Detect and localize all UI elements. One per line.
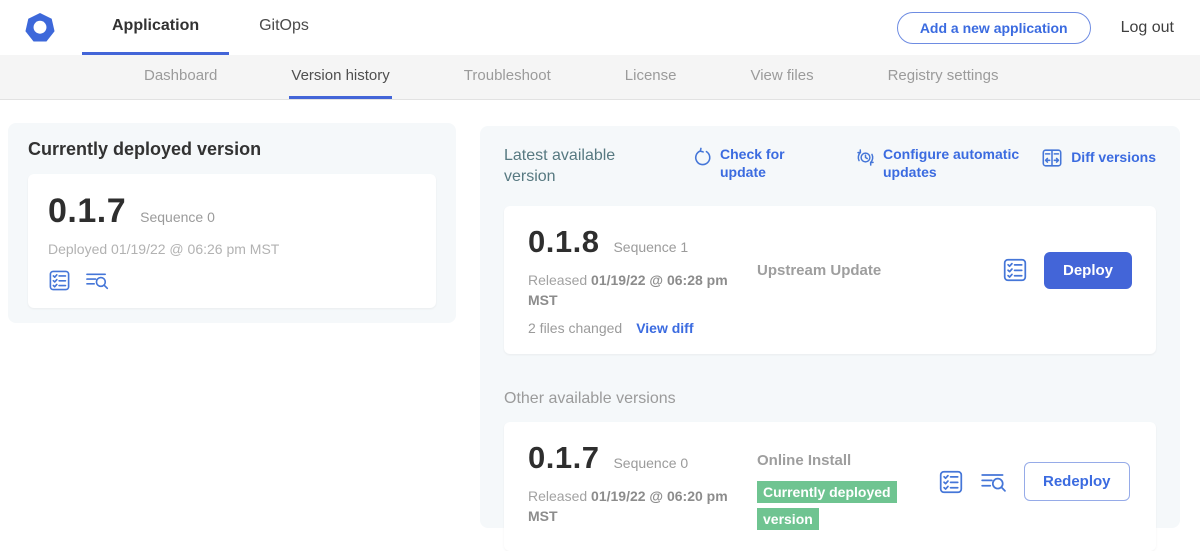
deployed-icon-row [48, 269, 416, 292]
other-release-card: 0.1.7 Sequence 0 Released 01/19/22 @ 06:… [504, 422, 1156, 551]
tab-gitops-label: GitOps [259, 17, 309, 35]
check-for-update-button[interactable]: Check for update [692, 146, 817, 181]
latest-source-column: Upstream Update [753, 224, 1002, 280]
tab-application-label: Application [112, 17, 199, 35]
app-subnav: Dashboard Version history Troubleshoot L… [0, 55, 1200, 100]
subnav-view-files[interactable]: View files [748, 55, 815, 99]
deployed-sequence-label: Sequence 0 [140, 209, 215, 225]
latest-available-title: Latest available version [504, 146, 634, 188]
released-prefix: Released [528, 488, 591, 504]
subnav-dashboard-label: Dashboard [144, 67, 217, 84]
other-source-label: Online Install [757, 452, 851, 469]
refresh-icon [692, 147, 713, 168]
top-tabs: Application GitOps [82, 0, 339, 55]
deployed-version-row: 0.1.7 Sequence 0 [48, 192, 416, 231]
latest-sequence-label: Sequence 1 [613, 239, 688, 255]
diff-versions-label: Diff versions [1071, 149, 1156, 167]
other-version-number: 0.1.7 [528, 440, 599, 476]
latest-version-number: 0.1.8 [528, 224, 599, 260]
view-logs-icon[interactable] [85, 269, 110, 292]
latest-release-card: 0.1.8 Sequence 1 Released 01/19/22 @ 06:… [504, 206, 1156, 355]
released-prefix: Released [528, 272, 591, 288]
diff-versions-button[interactable]: Diff versions [1040, 146, 1156, 169]
deployed-version-number: 0.1.7 [48, 192, 126, 231]
other-released-timestamp: Released 01/19/22 @ 06:20 pm MST [528, 486, 738, 527]
tab-gitops[interactable]: GitOps [229, 0, 339, 55]
clock-refresh-icon [855, 147, 876, 168]
configure-automatic-updates-label: Configure automatic updates [883, 146, 1040, 181]
subnav-view-files-label: View files [750, 67, 813, 84]
preflight-checklist-icon[interactable] [48, 269, 71, 292]
logout-link[interactable]: Log out [1121, 19, 1174, 37]
subnav-registry-settings[interactable]: Registry settings [886, 55, 1001, 99]
latest-actions-column: Deploy [1002, 224, 1132, 289]
available-versions-panel: Latest available version Check for updat… [480, 126, 1180, 528]
preflight-checklist-icon[interactable] [1002, 257, 1028, 283]
files-changed-row: 2 files changed View diff [528, 320, 753, 336]
redeploy-button[interactable]: Redeploy [1024, 462, 1130, 501]
deployed-version-card: 0.1.7 Sequence 0 Deployed 01/19/22 @ 06:… [28, 174, 436, 308]
other-sequence-label: Sequence 0 [613, 455, 688, 471]
main-content: Currently deployed version 0.1.7 Sequenc… [0, 100, 1200, 536]
configure-automatic-updates-button[interactable]: Configure automatic updates [855, 146, 1040, 181]
deploy-button[interactable]: Deploy [1044, 252, 1132, 289]
currently-deployed-title: Currently deployed version [28, 139, 436, 160]
files-changed-label: 2 files changed [528, 320, 622, 336]
currently-deployed-badge: Currently deployed version [757, 481, 897, 529]
currently-deployed-badge-wrap: Currently deployed version [757, 480, 917, 533]
diff-icon [1040, 147, 1064, 169]
available-actions: Check for update Configure automatic upd… [634, 146, 1156, 181]
kots-logo-icon [22, 10, 58, 46]
app-logo[interactable] [0, 0, 82, 55]
add-new-application-button[interactable]: Add a new application [897, 12, 1091, 44]
subnav-version-history[interactable]: Version history [289, 55, 391, 99]
subnav-troubleshoot-label: Troubleshoot [464, 67, 551, 84]
preflight-checklist-icon[interactable] [938, 469, 964, 495]
other-source-column: Online Install Currently deployed versio… [753, 440, 938, 533]
subnav-license-label: License [625, 67, 677, 84]
latest-released-timestamp: Released 01/19/22 @ 06:28 pm MST [528, 270, 738, 311]
currently-deployed-panel: Currently deployed version 0.1.7 Sequenc… [8, 123, 456, 323]
subnav-version-history-label: Version history [291, 67, 389, 84]
check-for-update-label: Check for update [720, 146, 817, 181]
deployed-timestamp: Deployed 01/19/22 @ 06:26 pm MST [48, 241, 416, 257]
other-actions-column: Redeploy [938, 440, 1130, 501]
header-right: Add a new application Log out [897, 0, 1200, 55]
view-logs-icon[interactable] [980, 469, 1008, 495]
available-header: Latest available version Check for updat… [504, 146, 1156, 188]
view-diff-link[interactable]: View diff [636, 320, 693, 336]
subnav-license[interactable]: License [623, 55, 679, 99]
latest-release-info: 0.1.8 Sequence 1 Released 01/19/22 @ 06:… [528, 224, 753, 337]
subnav-troubleshoot[interactable]: Troubleshoot [462, 55, 553, 99]
other-release-info: 0.1.7 Sequence 0 Released 01/19/22 @ 06:… [528, 440, 753, 527]
latest-source-label: Upstream Update [757, 262, 881, 279]
other-versions-heading: Other available versions [504, 390, 1156, 408]
top-header: Application GitOps Add a new application… [0, 0, 1200, 55]
tab-application[interactable]: Application [82, 0, 229, 55]
subnav-dashboard[interactable]: Dashboard [142, 55, 219, 99]
subnav-registry-settings-label: Registry settings [888, 67, 999, 84]
